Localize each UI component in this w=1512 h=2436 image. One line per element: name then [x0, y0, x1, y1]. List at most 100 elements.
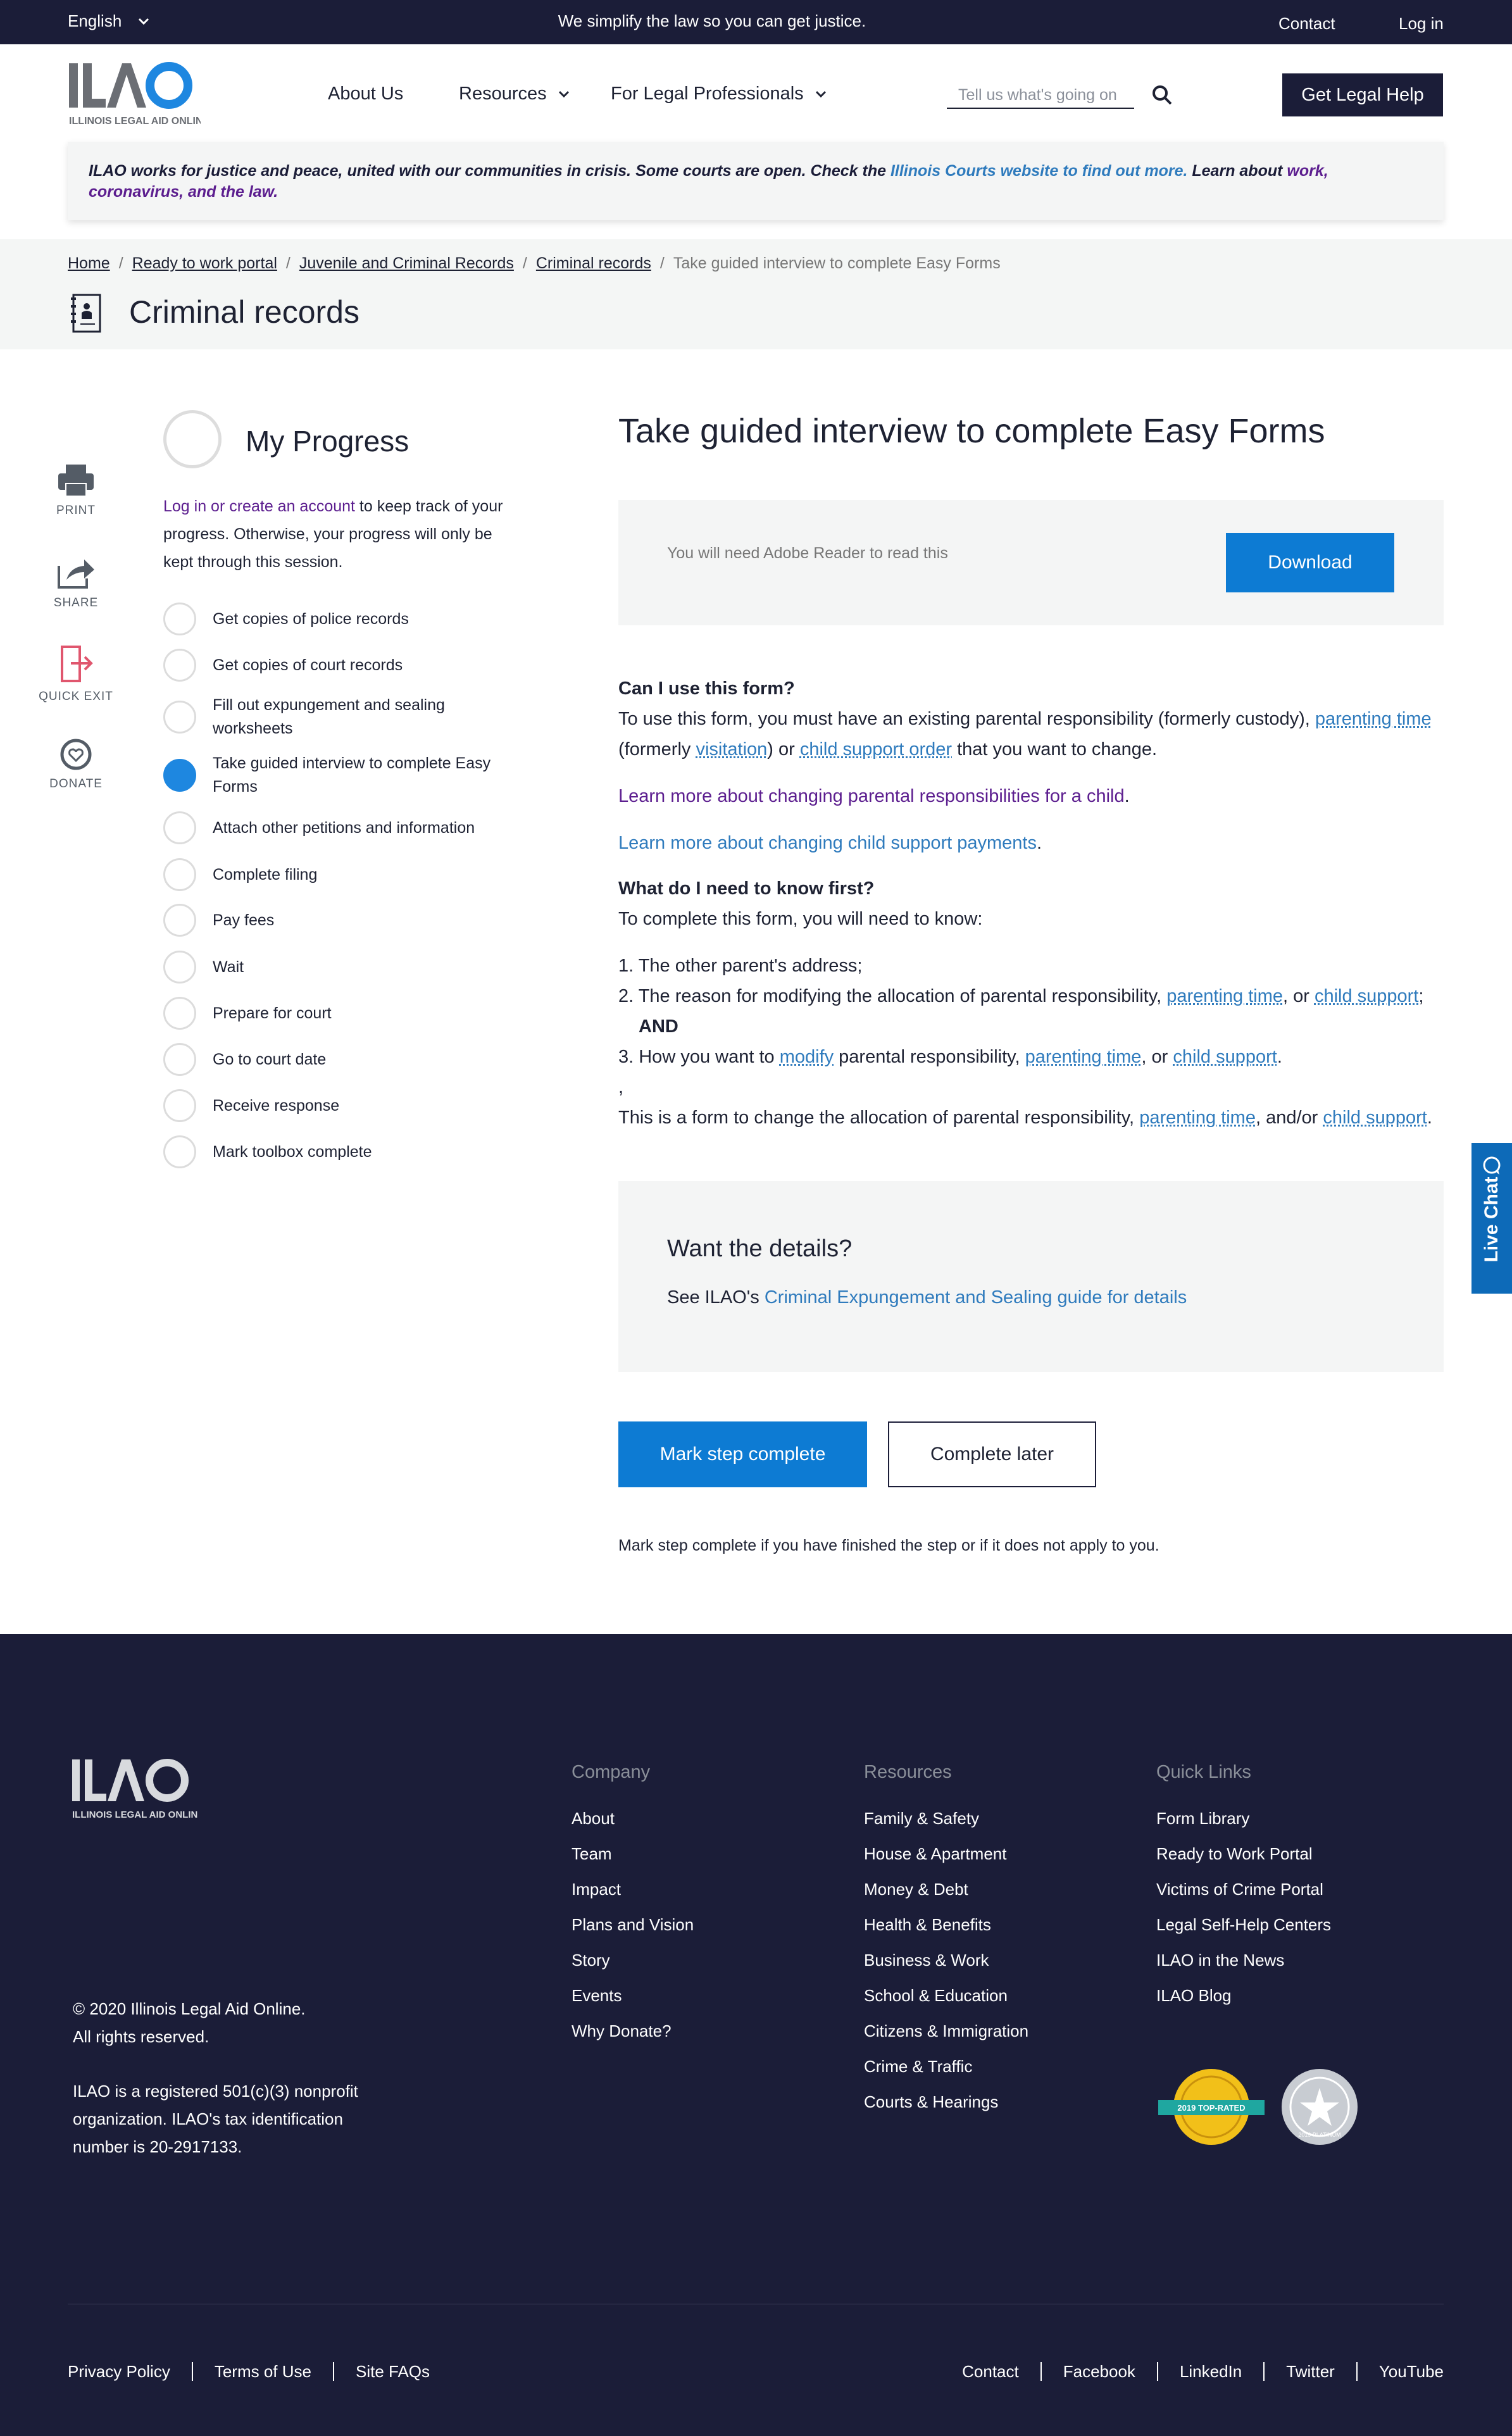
step-checkbox[interactable]: [163, 759, 196, 792]
footer-link[interactable]: ILAO in the News: [1156, 1942, 1331, 1978]
progress-step[interactable]: Wait: [163, 951, 518, 984]
breadcrumb-ready-to-work[interactable]: Ready to work portal: [132, 254, 277, 273]
progress-step[interactable]: Attach other petitions and information: [163, 811, 518, 844]
child-support-link[interactable]: child support: [1323, 1108, 1427, 1128]
step-checkbox[interactable]: [163, 811, 196, 844]
breadcrumb-criminal-records[interactable]: Criminal records: [536, 254, 651, 273]
progress-step-active[interactable]: Take guided interview to complete Easy F…: [163, 752, 518, 799]
footer-ilao-logo[interactable]: ILLINOIS LEGAL AID ONLINE: [71, 1757, 197, 1821]
quick-exit-button[interactable]: QUICK EXIT: [38, 644, 114, 704]
donate-button[interactable]: DONATE: [38, 738, 114, 791]
youtube-link[interactable]: YouTube: [1356, 2362, 1444, 2381]
step-checkbox[interactable]: [163, 858, 196, 891]
footer-link[interactable]: Courts & Hearings: [864, 2084, 1028, 2120]
footer-contact-link[interactable]: Contact: [962, 2362, 1040, 2381]
nav-about[interactable]: About Us: [328, 84, 403, 104]
footer-link[interactable]: ILAO Blog: [1156, 1978, 1331, 2013]
expungement-guide-link[interactable]: Criminal Expungement and Sealing guide f…: [765, 1287, 1187, 1308]
live-chat-button[interactable]: Live Chat: [1471, 1143, 1512, 1294]
copyright: © 2020 Illinois Legal Aid Online. All rig…: [73, 1995, 306, 2051]
step-checkbox[interactable]: [163, 1043, 196, 1076]
footer-link[interactable]: Legal Self-Help Centers: [1156, 1907, 1331, 1942]
share-button[interactable]: SHARE: [38, 557, 114, 610]
progress-step[interactable]: Pay fees: [163, 904, 518, 937]
text-segment: This is a form to change the allocation …: [618, 1108, 1140, 1128]
footer-link[interactable]: Why Donate?: [572, 2013, 694, 2049]
print-button[interactable]: PRINT: [38, 463, 114, 518]
search-input[interactable]: Tell us what's going on: [947, 81, 1134, 109]
progress-step[interactable]: Get copies of police records: [163, 603, 518, 635]
ilao-logo[interactable]: ILLINOIS LEGAL AID ONLINE: [68, 59, 201, 129]
download-button[interactable]: Download: [1226, 533, 1394, 592]
parenting-time-link[interactable]: parenting time: [1025, 1047, 1142, 1067]
step-checkbox[interactable]: [163, 904, 196, 937]
share-label: SHARE: [53, 596, 99, 609]
step-label: Fill out expungement and sealing workshe…: [213, 696, 445, 737]
footer-link[interactable]: About: [572, 1801, 694, 1836]
visitation-link[interactable]: visitation: [696, 739, 767, 759]
footer-link[interactable]: Business & Work: [864, 1942, 1028, 1978]
progress-step[interactable]: Complete filing: [163, 858, 518, 891]
breadcrumb-home[interactable]: Home: [68, 254, 110, 273]
child-support-link[interactable]: child support: [1173, 1047, 1277, 1067]
footer-link[interactable]: School & Education: [864, 1978, 1028, 2013]
footer-link[interactable]: Health & Benefits: [864, 1907, 1028, 1942]
footer-link[interactable]: Impact: [572, 1871, 694, 1907]
step-checkbox[interactable]: [163, 997, 196, 1030]
progress-step[interactable]: Go to court date: [163, 1043, 518, 1076]
complete-later-button[interactable]: Complete later: [888, 1421, 1096, 1487]
footer-link[interactable]: Victims of Crime Portal: [1156, 1871, 1331, 1907]
footer-link[interactable]: House & Apartment: [864, 1836, 1028, 1871]
search-icon[interactable]: [1151, 84, 1173, 106]
linkedin-link[interactable]: LinkedIn: [1156, 2362, 1263, 2381]
parenting-time-link[interactable]: parenting time: [1139, 1108, 1256, 1128]
login-create-account-link[interactable]: Log in or create an account: [163, 497, 355, 515]
login-link[interactable]: Log in: [1399, 14, 1444, 34]
footer-link[interactable]: Family & Safety: [864, 1801, 1028, 1836]
site-faqs-link[interactable]: Site FAQs: [332, 2362, 451, 2381]
footer-link[interactable]: Crime & Traffic: [864, 2049, 1028, 2084]
child-support-order-link[interactable]: child support order: [800, 739, 952, 759]
learn-more-parental-link[interactable]: Learn more about changing parental respo…: [618, 786, 1125, 806]
step-checkbox[interactable]: [163, 1135, 196, 1168]
footer-link[interactable]: Plans and Vision: [572, 1907, 694, 1942]
progress-step[interactable]: Get copies of court records: [163, 649, 518, 682]
footer-link[interactable]: Form Library: [1156, 1801, 1331, 1836]
twitter-link[interactable]: Twitter: [1263, 2362, 1356, 2381]
step-checkbox[interactable]: [163, 603, 196, 635]
learn-more-child-support-link[interactable]: Learn more about changing child support …: [618, 833, 1037, 853]
nav-resources[interactable]: Resources: [459, 84, 570, 104]
donate-heart-icon: [60, 739, 92, 770]
top-contact-link[interactable]: Contact: [1278, 14, 1335, 34]
get-legal-help-button[interactable]: Get Legal Help: [1282, 73, 1443, 116]
modify-link[interactable]: modify: [780, 1047, 834, 1067]
footer-link[interactable]: Ready to Work Portal: [1156, 1836, 1331, 1871]
step-checkbox[interactable]: [163, 649, 196, 682]
progress-step[interactable]: Receive response: [163, 1089, 518, 1122]
footer-link[interactable]: Money & Debt: [864, 1871, 1028, 1907]
illinois-courts-link[interactable]: Illinois Courts website to find out more…: [890, 162, 1187, 180]
nav-legal-professionals[interactable]: For Legal Professionals: [611, 84, 827, 104]
footer-link[interactable]: Story: [572, 1942, 694, 1978]
parenting-time-link[interactable]: parenting time: [1166, 986, 1283, 1006]
step-checkbox[interactable]: [163, 951, 196, 984]
breadcrumb-juvenile-criminal[interactable]: Juvenile and Criminal Records: [299, 254, 514, 273]
terms-of-use-link[interactable]: Terms of Use: [191, 2362, 333, 2381]
breadcrumb-separator: /: [522, 254, 527, 272]
child-support-link[interactable]: child support: [1315, 986, 1418, 1006]
footer-link[interactable]: Citizens & Immigration: [864, 2013, 1028, 2049]
progress-step[interactable]: Mark toolbox complete: [163, 1135, 518, 1168]
details-title: Want the details?: [667, 1235, 853, 1262]
footer-link[interactable]: Team: [572, 1836, 694, 1871]
parenting-time-link[interactable]: parenting time: [1315, 709, 1432, 729]
mark-step-complete-button[interactable]: Mark step complete: [618, 1421, 867, 1487]
progress-step[interactable]: Fill out expungement and sealing workshe…: [163, 694, 518, 740]
facebook-link[interactable]: Facebook: [1040, 2362, 1157, 2381]
privacy-policy-link[interactable]: Privacy Policy: [68, 2362, 192, 2381]
footer-link[interactable]: Events: [572, 1978, 694, 2013]
text-segment: ) or: [767, 739, 800, 759]
step-checkbox[interactable]: [163, 701, 196, 734]
nav-about-label: About Us: [328, 84, 404, 104]
progress-step[interactable]: Prepare for court: [163, 997, 518, 1030]
step-checkbox[interactable]: [163, 1089, 196, 1122]
